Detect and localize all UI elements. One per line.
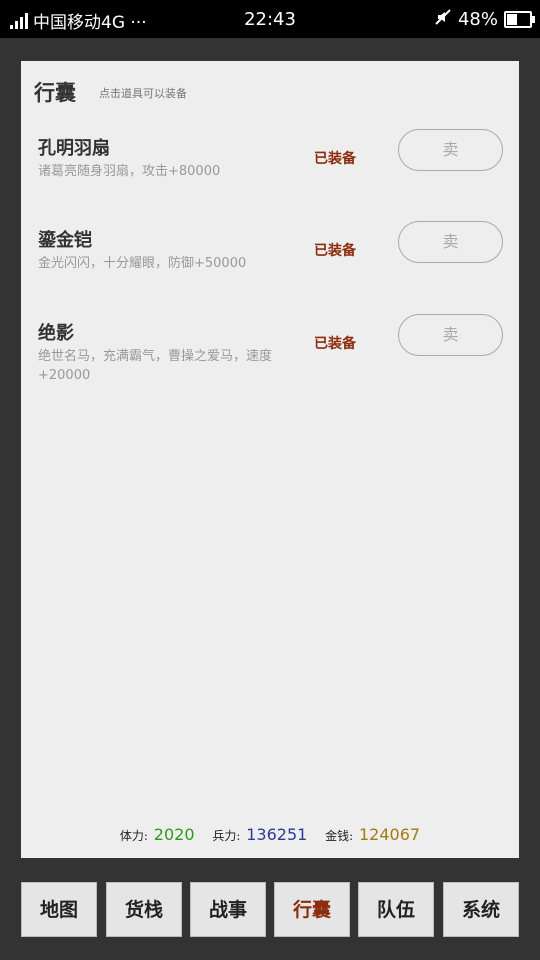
gold-label: 金钱: <box>325 829 354 843</box>
nav-inventory-button[interactable]: 行囊 <box>274 882 350 937</box>
item-description: 诸葛亮随身羽扇，攻击+80000 <box>38 164 221 179</box>
inventory-item[interactable]: 鎏金铠 金光闪闪，十分耀眼，防御+50000 已装备 卖 <box>21 221 519 306</box>
equipped-status: 已装备 <box>314 243 356 259</box>
item-description: 金光闪闪，十分耀眼，防御+50000 <box>38 256 247 271</box>
panel-hint: 点击道具可以装备 <box>99 87 187 100</box>
gold-value: 124067 <box>359 825 421 844</box>
battery-icon <box>504 11 535 28</box>
nav-map-button[interactable]: 地图 <box>21 882 97 937</box>
item-description: 绝世名马，充满霸气，曹操之爱马，速度+20000 <box>38 349 273 383</box>
status-right: 48% <box>434 8 535 31</box>
equipped-status: 已装备 <box>314 151 356 167</box>
sell-button[interactable]: 卖 <box>398 221 503 263</box>
equipped-status: 已装备 <box>314 336 356 352</box>
sell-button[interactable]: 卖 <box>398 314 503 356</box>
troops-value: 136251 <box>246 825 308 844</box>
stamina-label: 体力: <box>119 829 148 843</box>
battery-percent: 48% <box>457 9 498 30</box>
inventory-item[interactable]: 绝影 绝世名马，充满霸气，曹操之爱马，速度+20000 已装备 卖 <box>21 314 519 399</box>
stamina-value: 2020 <box>153 825 195 844</box>
player-stats: 体力: 2020 兵力: 136251 金钱: 124067 <box>21 825 519 844</box>
status-bar: 中国移动4G ··· 22:43 48% <box>0 0 540 38</box>
item-name: 鎏金铠 <box>38 230 92 251</box>
nav-team-button[interactable]: 队伍 <box>358 882 434 937</box>
troops-label: 兵力: <box>212 829 241 843</box>
mute-icon <box>434 8 452 31</box>
inventory-panel: 行囊 点击道具可以装备 孔明羽扇 诸葛亮随身羽扇，攻击+80000 已装备 卖 … <box>21 61 519 858</box>
item-name: 孔明羽扇 <box>38 138 110 159</box>
nav-store-button[interactable]: 货栈 <box>106 882 182 937</box>
nav-system-button[interactable]: 系统 <box>443 882 519 937</box>
panel-title: 行囊 <box>34 80 76 105</box>
sell-button[interactable]: 卖 <box>398 129 503 171</box>
inventory-item[interactable]: 孔明羽扇 诸葛亮随身羽扇，攻击+80000 已装备 卖 <box>21 129 519 214</box>
item-name: 绝影 <box>38 323 74 344</box>
nav-battle-button[interactable]: 战事 <box>190 882 266 937</box>
